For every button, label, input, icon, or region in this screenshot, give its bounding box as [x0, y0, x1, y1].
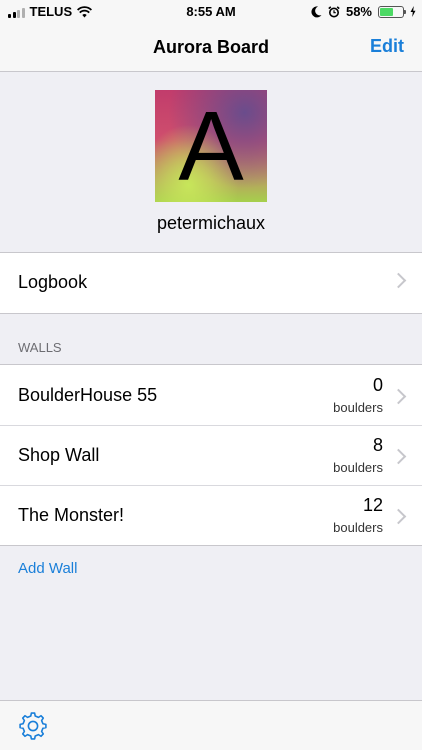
wall-name: The Monster!: [18, 505, 125, 525]
chevron-right-icon: [390, 388, 407, 405]
boulder-count: 0: [372, 375, 383, 395]
boulder-unit: boulders: [333, 400, 383, 415]
status-bar: TELUS 8:55 AM 58%: [0, 0, 422, 24]
logbook-label: Logbook: [18, 272, 88, 292]
navigation-bar: Aurora Board Edit: [0, 24, 422, 72]
logbook-row[interactable]: Logbook: [0, 253, 422, 313]
bottom-toolbar: [0, 700, 422, 750]
avatar[interactable]: A: [155, 90, 267, 202]
avatar-letter: A: [178, 91, 244, 201]
walls-section-header: WALLS: [18, 340, 62, 355]
wall-name: BoulderHouse 55: [18, 385, 158, 405]
chevron-right-icon: [390, 272, 407, 289]
wall-row[interactable]: BoulderHouse 55 0 boulders: [0, 365, 422, 425]
chevron-right-icon: [390, 448, 407, 465]
boulder-count: 12: [362, 495, 383, 515]
charging-bolt-icon: [410, 6, 416, 17]
boulder-unit: boulders: [333, 460, 383, 475]
status-right: 58%: [311, 4, 416, 19]
logbook-group: Logbook: [0, 252, 422, 314]
wall-row[interactable]: The Monster! 12 boulders: [0, 485, 422, 545]
boulder-count: 8: [372, 435, 383, 455]
moon-icon: [311, 5, 322, 17]
walls-list: BoulderHouse 55 0 boulders Shop Wall 8 b…: [0, 364, 422, 546]
page-title: Aurora Board: [152, 37, 269, 57]
boulder-unit: boulders: [333, 520, 383, 535]
edit-button[interactable]: Edit: [370, 36, 404, 57]
wall-row[interactable]: Shop Wall 8 boulders: [0, 425, 422, 485]
username: petermichaux: [156, 213, 266, 233]
battery-icon: [378, 5, 406, 18]
battery-fill: [380, 7, 393, 16]
battery-percent: 58%: [345, 4, 372, 19]
gear-icon[interactable]: [18, 711, 48, 741]
alarm-icon: [328, 5, 340, 17]
add-wall-button[interactable]: Add Wall: [18, 560, 77, 577]
wall-name: Shop Wall: [18, 445, 100, 465]
chevron-right-icon: [390, 508, 407, 525]
